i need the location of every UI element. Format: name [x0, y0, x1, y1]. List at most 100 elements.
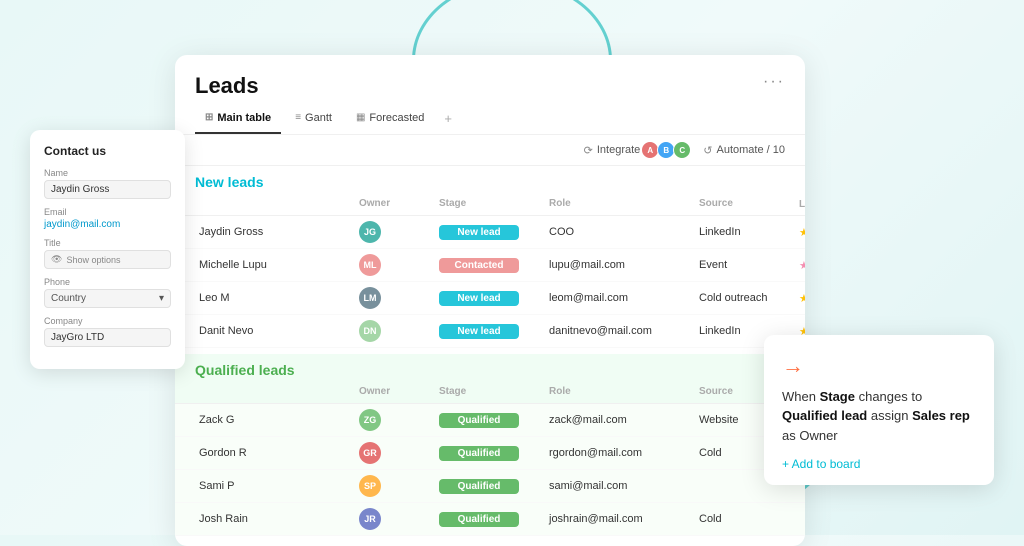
email-value[interactable]: jaydin@mail.com	[44, 219, 171, 230]
tab-main-table[interactable]: ⊞ Main table	[195, 108, 281, 134]
automate-label: Automate / 10	[717, 144, 786, 156]
stage-badge: Qualified	[439, 446, 519, 461]
avatar-3: C	[673, 141, 691, 159]
info-highlight-stage: Stage	[820, 389, 855, 404]
integrate-icon: ⟳	[584, 144, 593, 157]
tab-main-table-label: Main table	[217, 112, 271, 124]
country-select[interactable]: Country ▾	[44, 289, 171, 308]
avatar: GR	[359, 442, 381, 464]
cell-role: sami@mail.com	[545, 477, 695, 495]
avatar: JR	[359, 508, 381, 530]
chevron-down-icon: ▾	[159, 293, 164, 304]
contact-email-field: Email jaydin@mail.com	[44, 207, 171, 230]
contact-title-field: Title 👁 Show options	[44, 238, 171, 269]
automate-button[interactable]: ↺ Automate / 10	[703, 144, 785, 157]
tabs-bar: ⊞ Main table ≡ Gantt ▦ Forecasted +	[175, 99, 805, 135]
integrate-label: Integrate	[597, 144, 640, 156]
name-value: Jaydin Gross	[44, 180, 171, 199]
stage-badge: New lead	[439, 225, 519, 240]
contact-name-field: Name Jaydin Gross	[44, 168, 171, 199]
col-role: Role	[545, 196, 695, 213]
stage-badge: Qualified	[439, 512, 519, 527]
tab-gantt-label: Gantt	[305, 112, 332, 124]
col-stage-q: Stage	[435, 384, 545, 401]
cell-name: Josh Rain	[195, 510, 355, 528]
tab-forecasted[interactable]: ▦ Forecasted	[346, 108, 434, 134]
cell-stage: New lead	[435, 321, 545, 342]
cell-name: Jaydin Gross	[195, 223, 355, 241]
col-lead-score: Lead score i	[795, 196, 805, 213]
qualified-leads-header: Qualified leads	[175, 354, 805, 382]
automation-info-text: When Stage changes to Qualified lead ass…	[782, 387, 976, 446]
panel-title: Leads	[195, 73, 259, 99]
tab-forecasted-label: Forecasted	[369, 112, 424, 124]
add-tab-button[interactable]: +	[438, 107, 458, 134]
cell-owner: SP	[355, 472, 435, 500]
cell-owner: ML	[355, 251, 435, 279]
avatar: DN	[359, 320, 381, 342]
col-name-q	[195, 384, 355, 401]
cell-owner: JR	[355, 505, 435, 533]
cell-name: Sami P	[195, 477, 355, 495]
contact-company-field: Company JayGro LTD	[44, 316, 171, 347]
info-text-1: When	[782, 389, 820, 404]
avatar: ZG	[359, 409, 381, 431]
cell-source: LinkedIn	[695, 223, 795, 241]
automation-info-card: → When Stage changes to Qualified lead a…	[764, 335, 994, 486]
contact-card-title: Contact us	[44, 144, 171, 158]
table-icon: ⊞	[205, 112, 213, 123]
title-label: Title	[44, 238, 171, 248]
cell-role: joshrain@mail.com	[545, 510, 695, 528]
table-row: Sami P SP Qualified sami@mail.com	[175, 470, 805, 503]
gantt-icon: ≡	[295, 112, 301, 123]
table-row: Gordon R GR Qualified rgordon@mail.com C…	[175, 437, 805, 470]
email-label: Email	[44, 207, 171, 217]
cell-role: danitnevo@mail.com	[545, 322, 695, 340]
new-leads-header: New leads	[175, 166, 805, 194]
star-rating: ★ ★ ★ ★ ★	[799, 259, 805, 272]
qualified-leads-title: Qualified leads	[195, 362, 295, 378]
avatar: LM	[359, 287, 381, 309]
star-rating: ★ ★ ★ ★ ★	[799, 226, 805, 239]
avatar: SP	[359, 475, 381, 497]
cell-stage: New lead	[435, 288, 545, 309]
col-owner: Owner	[355, 196, 435, 213]
eye-icon: 👁	[51, 254, 62, 265]
contact-phone-field: Phone Country ▾	[44, 277, 171, 308]
arrow-container: →	[782, 353, 976, 379]
info-text-3: assign	[867, 408, 912, 423]
cell-owner: JG	[355, 218, 435, 246]
cell-source: Cold	[695, 510, 795, 528]
cell-source: Event	[695, 256, 795, 274]
cell-name: Zack G	[195, 411, 355, 429]
cell-name: Danit Nevo	[195, 322, 355, 340]
automate-icon: ↺	[703, 144, 712, 157]
leads-panel: Leads ··· ⊞ Main table ≡ Gantt ▦ Forecas…	[175, 55, 805, 546]
cell-stage: Qualified	[435, 509, 545, 530]
phone-label: Phone	[44, 277, 171, 287]
cell-owner: ZG	[355, 406, 435, 434]
country-value: Country	[51, 293, 86, 304]
table-area: New leads Owner Stage Role Source Lead s…	[175, 166, 805, 546]
cell-role: COO	[545, 223, 695, 241]
cell-role: rgordon@mail.com	[545, 444, 695, 462]
col-owner-q: Owner	[355, 384, 435, 401]
stage-badge: Qualified	[439, 413, 519, 428]
info-text-2: changes to	[855, 389, 922, 404]
tab-gantt[interactable]: ≡ Gantt	[285, 108, 342, 134]
col-role-q: Role	[545, 384, 695, 401]
cell-role: leom@mail.com	[545, 289, 695, 307]
cell-name: Leo M	[195, 289, 355, 307]
cell-role: zack@mail.com	[545, 411, 695, 429]
cell-stars: ★ ★ ★ ★ ★	[795, 289, 805, 308]
show-options-button[interactable]: 👁 Show options	[44, 250, 171, 269]
table-row: Danit Nevo DN New lead danitnevo@mail.co…	[175, 315, 805, 348]
panel-menu-button[interactable]: ···	[763, 73, 785, 91]
col-stage: Stage	[435, 196, 545, 213]
row-name: Jaydin Gross	[199, 226, 263, 238]
add-to-board-button[interactable]: + Add to board	[782, 457, 976, 471]
avatar: JG	[359, 221, 381, 243]
cell-name: Gordon R	[195, 444, 355, 462]
integrate-button[interactable]: ⟳ Integrate A B C	[584, 141, 692, 159]
cell-stars	[795, 516, 805, 522]
